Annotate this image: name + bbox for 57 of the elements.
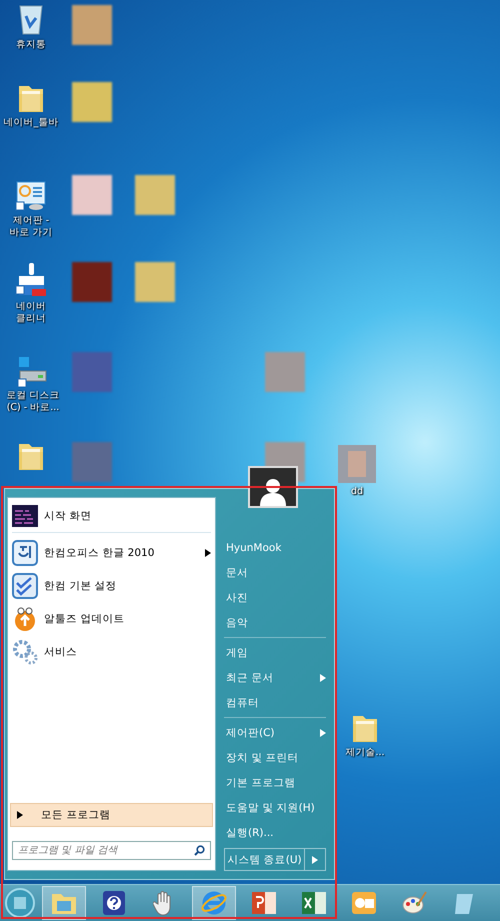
menu-link[interactable]: 컴퓨터 [224,690,326,715]
control-panel-icon [14,180,48,212]
program-item[interactable]: 시작 화면 [12,500,211,533]
desktop-icon-label[interactable]: 네이버_툴바 [4,117,58,129]
program-item[interactable]: 한컴오피스 한글 2010 [12,537,211,570]
slides-app-icon [251,890,277,916]
blurred-icon [72,352,112,392]
checklist-icon [12,573,38,599]
brush-icon [14,262,48,298]
blurred-thumbnail-icon [338,445,376,483]
blurred-icon [72,5,112,45]
gears-icon [12,639,38,665]
user-avatar[interactable] [248,466,298,508]
tiles-icon [12,505,38,527]
menu-link[interactable]: 기본 프로그램 [224,770,326,795]
program-item[interactable]: 알툴즈 업데이트 [12,603,211,636]
menu-link[interactable]: 장치 및 프린터 [224,745,326,770]
start-orb-icon[interactable] [4,887,36,919]
menu-link[interactable]: 실행(R)... [224,820,326,845]
caret-icon [312,856,318,864]
blurred-icon [72,262,112,302]
menu-link[interactable]: 제어판(C) [224,720,326,745]
blurred-icon [72,175,112,215]
menu-link[interactable]: 사진 [224,585,326,610]
desktop-icon-label[interactable]: 제기술... [345,747,385,759]
blurred-icon [135,262,175,302]
caret-icon [320,674,326,682]
caret-icon [17,811,23,819]
program-item[interactable]: 한컴 기본 설정 [12,570,211,603]
search-icon [194,845,205,856]
browser-e-icon [200,889,228,917]
caret-icon [320,728,326,736]
program-item[interactable]: 서비스 [12,636,211,669]
desktop-icon-label[interactable]: 네이버 클리너 [16,301,46,325]
blurred-icon [72,442,112,482]
folder-icon [51,891,77,915]
blurred-icon [72,82,112,122]
caret-icon [205,549,211,557]
desktop-icon-label[interactable]: 제어판 - 바로 가기 [9,215,53,239]
blurred-icon [265,352,305,392]
menu-link[interactable]: 음악 [224,610,326,635]
hangul-app-icon [12,540,38,566]
menu-link[interactable]: 게임 [224,640,326,665]
desktop-icon-label[interactable]: 로컬 디스크 (C) - 바로... [6,390,60,414]
blurred-icon [135,175,175,215]
palette-icon [401,890,427,916]
help-icon [102,890,126,916]
menu-link[interactable]: 도움말 및 지원(H) [224,795,326,820]
all-programs-item[interactable]: 모든 프로그램 [10,803,213,827]
update-icon [12,606,38,632]
search-field[interactable]: 프로그램 및 파일 검색 [12,841,211,860]
menu-link[interactable]: 최근 문서 [224,665,326,690]
user-name-link[interactable]: HyunMook [224,535,326,560]
desktop-icon-label[interactable]: 휴지통 [16,39,46,51]
mail-app-icon [351,890,377,916]
menu-link[interactable]: 문서 [224,560,326,585]
spreadsheet-app-icon [301,890,327,916]
